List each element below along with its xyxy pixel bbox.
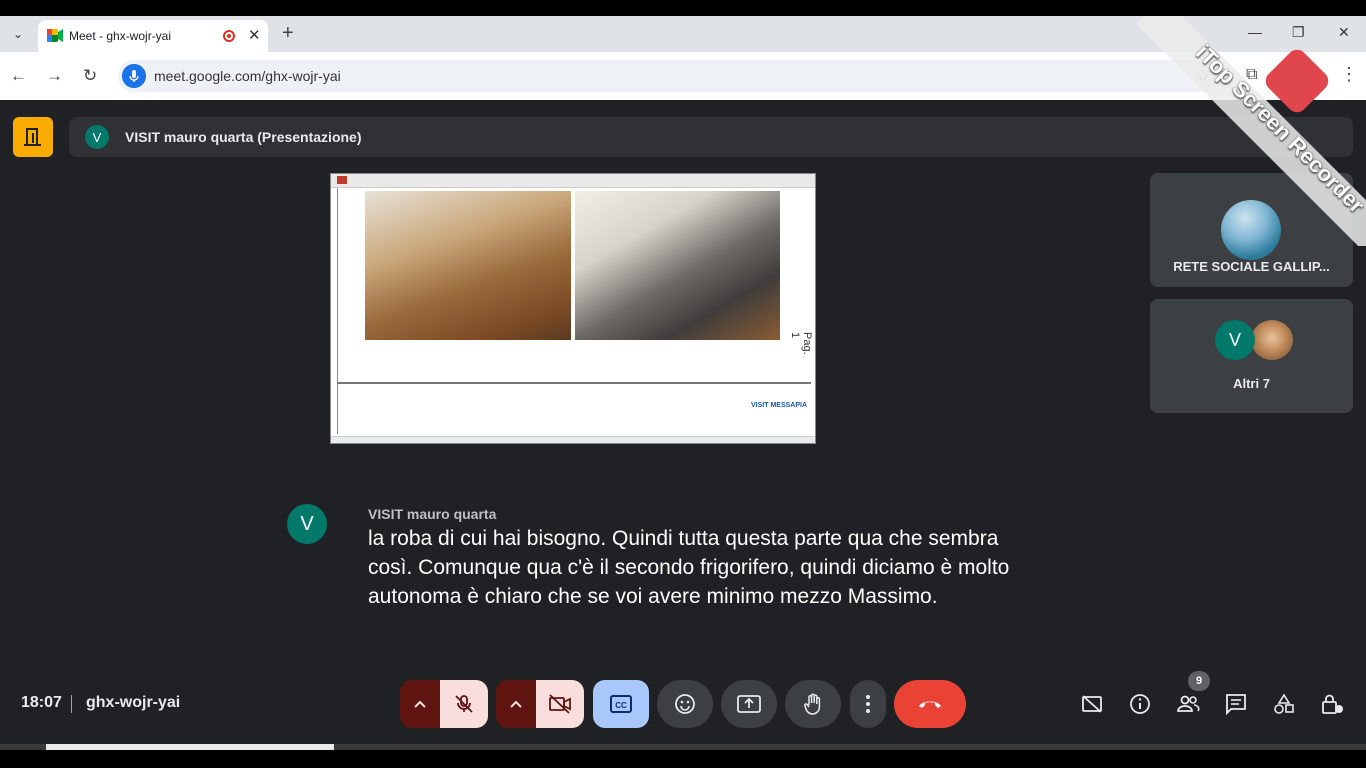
camera-off-icon (549, 694, 571, 714)
new-tab-button[interactable]: + (282, 22, 294, 45)
present-screen-icon (737, 695, 761, 713)
browser-tab[interactable]: Meet - ghx-wojr-yai ✕ (38, 20, 268, 52)
more-vert-icon (866, 695, 870, 713)
restore-button[interactable]: ❐ (1292, 24, 1305, 41)
people-icon (1177, 695, 1200, 712)
address-bar[interactable]: meet.google.com/ghx-wojr-yai ☆ (118, 60, 1218, 92)
os-taskbar-strip (0, 744, 1366, 768)
meet-stage: V VISIT mauro quarta (Presentazione) Pag… (0, 100, 1366, 744)
raise-hand-button[interactable] (785, 680, 841, 728)
door-exit-icon (24, 128, 41, 146)
meeting-code: ghx-wojr-yai (86, 694, 181, 711)
tab-title: Meet - ghx-wojr-yai (69, 29, 172, 43)
extensions-icon[interactable]: ⧉ (1246, 66, 1257, 84)
window-close-button[interactable]: ✕ (1338, 24, 1350, 41)
chat-button[interactable] (1224, 692, 1248, 716)
hand-icon (804, 693, 821, 715)
kitchen-photo-right (575, 191, 780, 340)
audio-options-button[interactable] (400, 680, 440, 728)
hang-up-icon (919, 701, 941, 708)
recording-icon (223, 30, 235, 42)
minimize-button[interactable]: — (1248, 24, 1262, 40)
meeting-clock: 18:07 (21, 694, 62, 711)
chat-icon (1226, 694, 1246, 715)
more-options-button[interactable] (850, 680, 886, 728)
visit-messapia-logo: VISIT MESSAPIA (751, 402, 808, 409)
back-arrow-icon[interactable]: ← (10, 66, 27, 86)
microphone-icon[interactable] (122, 64, 146, 88)
captions-button[interactable]: CC (593, 680, 649, 728)
shapes-icon (1274, 693, 1294, 714)
google-meet-icon (47, 29, 63, 42)
chevron-down-icon: ⌄ (12, 27, 24, 41)
people-count-badge: 9 (1188, 671, 1210, 691)
leave-call-button[interactable] (894, 680, 966, 728)
participant-photo-avatar (1251, 320, 1293, 360)
meet-home-button[interactable] (13, 117, 53, 157)
presenter-avatar: V (85, 125, 109, 149)
caption-speaker-avatar: V (287, 504, 327, 544)
caption-speaker-name: VISIT mauro quarta (368, 506, 497, 522)
participant-name: Altri 7 (1233, 376, 1270, 391)
caption-text: la roba di cui hai bisogno. Quindi tutta… (368, 527, 1010, 608)
participant-initial-avatar: V (1215, 320, 1255, 360)
present-now-button[interactable] (721, 680, 777, 728)
presentation-settings-button[interactable] (1080, 692, 1104, 716)
url-text: meet.google.com/ghx-wojr-yai (154, 68, 341, 84)
participant-tile-others[interactable]: V Altri 7 (1150, 299, 1353, 413)
activities-button[interactable] (1272, 692, 1296, 716)
host-controls-button[interactable] (1320, 692, 1344, 716)
participant-avatar (1221, 200, 1281, 260)
meeting-details-button[interactable] (1128, 692, 1152, 716)
participant-name: RETE SOCIALE GALLIP... (1173, 259, 1330, 274)
participant-tile-rete-sociale[interactable]: RETE SOCIALE GALLIP... (1150, 173, 1353, 287)
lock-person-icon (1322, 694, 1343, 714)
emoji-icon (675, 694, 695, 714)
browser-menu-icon[interactable]: ⋮ (1340, 64, 1358, 85)
shared-app-ribbon (331, 174, 815, 188)
people-button[interactable] (1176, 692, 1200, 716)
closed-captions-icon: CC (610, 695, 632, 713)
chevron-up-icon (510, 700, 522, 708)
shared-screen: Pag. 1 VISIT MESSAPIA (330, 173, 816, 444)
reactions-button[interactable] (657, 680, 713, 728)
presentation-banner: V VISIT mauro quarta (Presentazione) (69, 117, 1353, 157)
chevron-up-icon (414, 700, 426, 708)
svg-text:CC: CC (615, 701, 627, 710)
info-icon (1130, 694, 1150, 714)
kitchen-photo-left (365, 191, 571, 340)
presentation-title: VISIT mauro quarta (Presentazione) (125, 129, 362, 145)
forward-arrow-icon[interactable]: → (46, 66, 63, 86)
camera-toggle-button[interactable] (536, 680, 584, 728)
microphone-toggle-button[interactable] (440, 680, 488, 728)
tab-search-button[interactable]: ⌄ (6, 22, 30, 46)
present-off-icon (1082, 695, 1102, 713)
shared-taskbar (331, 436, 815, 443)
browser-tabstrip: ⌄ Meet - ghx-wojr-yai ✕ + — ❐ ✕ (0, 16, 1366, 52)
browser-toolbar: ← → ↻ meet.google.com/ghx-wojr-yai ☆ ⧉ ⋮ (0, 52, 1366, 100)
video-options-button[interactable] (496, 680, 536, 728)
reload-icon[interactable]: ↻ (83, 66, 97, 86)
tab-close-button[interactable]: ✕ (248, 26, 261, 44)
page-number-label: Pag. 1 (789, 332, 813, 355)
divider (71, 695, 72, 713)
bookmark-star-icon[interactable]: ☆ (1196, 66, 1210, 86)
mic-off-icon (455, 695, 473, 713)
